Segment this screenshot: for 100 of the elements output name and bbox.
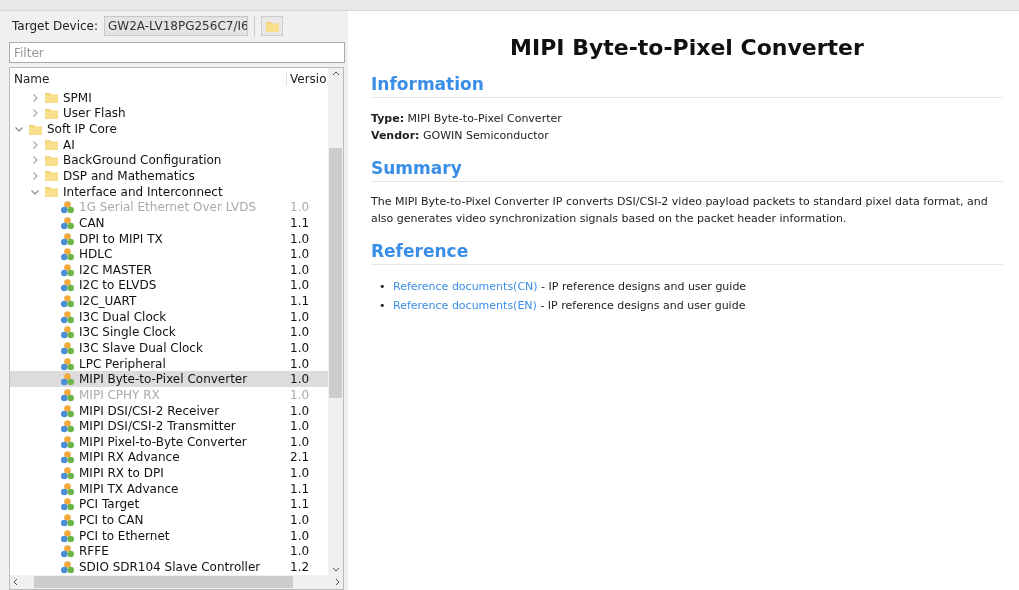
ip-core-icon: [60, 387, 75, 402]
tree-row[interactable]: PCI to CAN 1.0: [10, 512, 328, 528]
item-label: PCI Target: [79, 497, 140, 512]
section-heading: Information: [371, 74, 1003, 98]
item-label: MIPI Pixel-to-Byte Converter: [79, 434, 247, 449]
tree-row[interactable]: I2C MASTER 1.0: [10, 262, 328, 278]
tree-row[interactable]: HDLC 1.0: [10, 246, 328, 262]
ip-core-icon: [60, 341, 75, 355]
tree-row[interactable]: MIPI DSI/CSI-2 Receiver 1.0: [10, 402, 328, 419]
item-label: PCI to Ethernet: [79, 528, 170, 543]
tree-row[interactable]: MIPI TX Advance 1.1: [10, 480, 328, 497]
ip-core-icon: [60, 325, 75, 340]
tree-row[interactable]: MIPI RX to DPI 1.0: [10, 465, 328, 481]
item-label: HDLC: [79, 247, 113, 262]
tree-row[interactable]: PCI to Ethernet 1.0: [10, 527, 328, 544]
tree-row[interactable]: MIPI DSI/CSI-2 Transmitter 1.0: [10, 418, 328, 435]
item-label: MIPI RX to DPI: [79, 466, 164, 481]
tree-item[interactable]: User Flash: [63, 106, 126, 121]
version-text: 1.0: [289, 325, 311, 340]
item-label: I2C_UART: [79, 294, 137, 309]
version-text: 1.2: [289, 559, 311, 574]
tree-item[interactable]: SPMI: [63, 90, 92, 105]
item-label: MIPI CPHY RX: [79, 387, 160, 402]
link-description: - IP reference designs and user guide: [540, 280, 747, 293]
info-line: Type: MIPI Byte-to-Pixel Converter: [371, 111, 563, 127]
link-description: - IP reference designs and user guide: [539, 299, 746, 312]
tree-item[interactable]: Soft IP Core: [47, 122, 117, 137]
tree-row[interactable]: RFFE 1.0: [10, 543, 328, 560]
tree-row[interactable]: SDIO SDR104 Slave Controller 1.2: [10, 559, 328, 575]
version-text: 1.1: [289, 497, 311, 512]
tree-row[interactable]: I3C Single Clock 1.0: [10, 324, 328, 341]
expand-icon[interactable]: [30, 92, 40, 103]
tree-row[interactable]: PCI Target 1.1: [10, 496, 328, 513]
column-header[interactable]: Name: [10, 71, 286, 86]
tree-item[interactable]: BackGround Configuration: [63, 153, 222, 168]
version-text: 1.0: [289, 544, 311, 559]
tree-row[interactable]: DPI to MIPI TX 1.0: [10, 230, 328, 247]
tree-row[interactable]: MIPI Byte-to-Pixel Converter 1.0: [10, 371, 328, 388]
tree-row[interactable]: I2C_UART 1.1: [10, 293, 328, 309]
expand-icon[interactable]: [30, 170, 40, 181]
version-text: 1.1: [289, 481, 311, 496]
horizontal-scrollbar[interactable]: [10, 575, 343, 589]
tree-row[interactable]: MIPI Pixel-to-Byte Converter 1.0: [10, 434, 328, 450]
version-text: 1.0: [289, 403, 311, 418]
tree-row[interactable]: I3C Slave Dual Clock 1.0: [10, 340, 328, 356]
scroll-thumb[interactable]: [34, 576, 293, 588]
item-label: LPC Peripheral: [79, 356, 166, 371]
version-text: 1.0: [289, 309, 311, 324]
version-text: 1.0: [289, 341, 311, 355]
expand-icon[interactable]: [30, 139, 40, 150]
tree-row[interactable]: CAN 1.1: [10, 215, 328, 231]
ip-core-icon: [60, 309, 75, 324]
item-label: I3C Single Clock: [79, 325, 176, 340]
ip-core-icon: [60, 262, 75, 277]
version-text: 1.0: [289, 513, 311, 528]
item-label: MIPI Byte-to-Pixel Converter: [79, 372, 248, 387]
vertical-scrollbar[interactable]: [328, 68, 343, 575]
browse-button[interactable]: [261, 16, 284, 36]
expand-icon[interactable]: [30, 108, 40, 119]
version-text: 1.0: [289, 419, 311, 434]
device-field[interactable]: GW2A-LV18PG256C7/I6: [104, 16, 249, 36]
version-text: 1.0: [289, 262, 311, 277]
version-text: 1.0: [289, 387, 311, 402]
tree-row[interactable]: I2C to ELVDS 1.0: [10, 277, 328, 294]
ip-core-icon: [60, 481, 75, 496]
item-label: MIPI DSI/CSI-2 Transmitter: [79, 419, 236, 434]
tree-item[interactable]: DSP and Mathematics: [63, 168, 195, 183]
ip-core-icon: [60, 247, 75, 262]
folder-icon: [44, 90, 59, 106]
filter-field[interactable]: Filter: [9, 42, 345, 63]
tree-row[interactable]: I3C Dual Clock 1.0: [10, 308, 328, 325]
ip-core-icon: [60, 419, 75, 434]
folder-icon: [44, 137, 59, 153]
version-text: 1.0: [289, 231, 311, 246]
item-label: I3C Dual Clock: [79, 309, 167, 324]
section-heading: Summary: [371, 158, 1003, 182]
ip-core-icon: [60, 497, 75, 512]
tree-row[interactable]: LPC Peripheral 1.0: [10, 355, 328, 372]
reference-link[interactable]: Reference documents(EN): [393, 299, 537, 312]
reference-link[interactable]: Reference documents(CN): [393, 280, 538, 293]
ip-core-icon: [60, 450, 75, 465]
tree-item[interactable]: Interface and Interconnect: [63, 184, 223, 199]
info-line: Vendor: GOWIN Semiconductor: [371, 128, 550, 144]
ip-core-icon: [60, 466, 75, 481]
ip-core-icon: [60, 544, 75, 559]
tree-row[interactable]: MIPI RX Advance 2.1: [10, 449, 328, 466]
item-label: RFFE: [79, 544, 109, 559]
item-label: PCI to CAN: [79, 513, 144, 528]
section-heading: Reference: [371, 241, 1003, 265]
ip-core-icon: [60, 434, 75, 449]
version-text: 1.0: [289, 466, 311, 481]
ip-core-icon: [60, 231, 75, 246]
tree-item[interactable]: AI: [63, 137, 75, 152]
item-label: I2C MASTER: [79, 262, 152, 277]
scroll-thumb[interactable]: [329, 148, 342, 398]
folder-icon: [44, 168, 59, 184]
item-label: 1G Serial Ethernet Over LVDS: [79, 200, 257, 215]
expand-icon[interactable]: [30, 155, 40, 166]
bullet: •: [379, 279, 387, 295]
bullet: •: [379, 298, 387, 314]
